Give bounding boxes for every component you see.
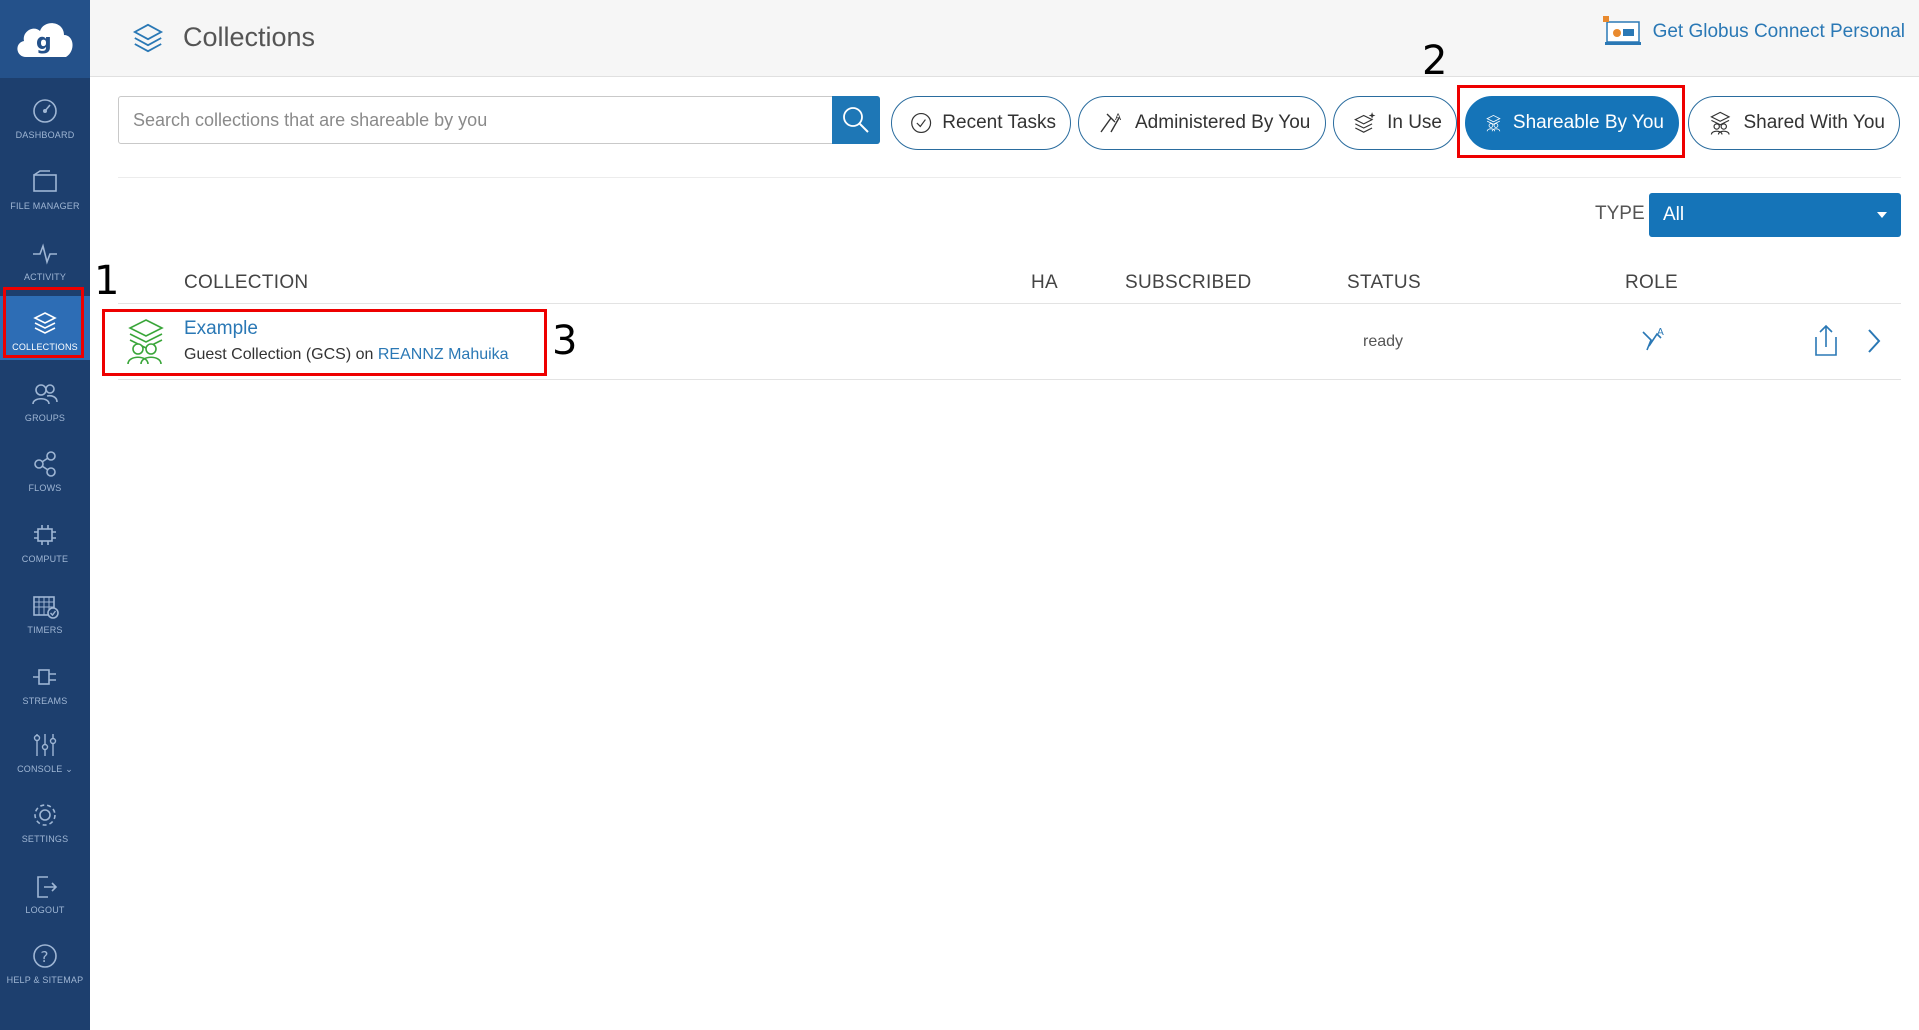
svg-text:g: g — [36, 30, 52, 55]
gcp-link-label: Get Globus Connect Personal — [1652, 21, 1905, 42]
sidebar-item-label: SETTINGS — [21, 834, 69, 844]
column-header-status[interactable]: STATUS — [1347, 272, 1421, 294]
sidebar-item-label: STREAMS — [22, 696, 68, 706]
sidebar-item-dashboard[interactable]: DASHBOARD — [0, 84, 90, 150]
folder-icon — [33, 170, 57, 192]
type-filter-value: All — [1663, 204, 1685, 225]
status-text: ready — [1363, 333, 1404, 350]
logout-icon — [37, 876, 58, 898]
sidebar-item-label: HELP & SITEMAP — [6, 975, 84, 985]
filter-shared-with-you[interactable]: Shared With You — [1688, 96, 1900, 150]
page-title: Collections — [183, 22, 316, 52]
column-header-ha[interactable]: HA — [1031, 272, 1058, 294]
globus-cloud-logo-icon: g — [17, 23, 73, 57]
table-header-rule — [118, 303, 1901, 304]
sidebar: g DASHBOARD FILE MANAGER ACTIVITY COLLEC… — [0, 0, 90, 1030]
sidebar-item-label: COMPUTE — [21, 554, 69, 564]
sidebar-item-label: FLOWS — [28, 483, 62, 493]
gear-icon — [34, 804, 56, 826]
type-filter-select[interactable]: All — [1649, 193, 1901, 237]
dashboard-gauge-icon — [33, 99, 57, 123]
highlight-box-collection-row — [102, 309, 547, 376]
step-marker-1: 1 — [94, 258, 120, 304]
gcp-laptop-icon — [1602, 16, 1641, 45]
sidebar-item-groups[interactable]: GROUPS — [0, 367, 90, 433]
administrator-role-icon: A — [1642, 327, 1664, 351]
table-row-rule — [118, 379, 1901, 380]
sidebar-item-label: ACTIVITY — [23, 272, 67, 282]
calendar-check-icon — [33, 596, 59, 619]
sidebar-item-help[interactable]: ? HELP & SITEMAP — [0, 929, 90, 995]
search-input[interactable] — [119, 97, 832, 143]
filter-recent-tasks[interactable]: Recent Tasks — [891, 96, 1071, 150]
divider — [118, 177, 1901, 178]
sidebar-item-streams[interactable]: STREAMS — [0, 650, 90, 716]
sidebar-item-flows[interactable]: FLOWS — [0, 437, 90, 503]
layers-icon — [132, 23, 164, 53]
filter-administered-by-you[interactable]: A Administered By You — [1078, 96, 1326, 150]
type-filter-label: TYPE — [1595, 203, 1645, 224]
highlight-box-shareable-filter — [1457, 85, 1685, 158]
step-marker-2: 2 — [1422, 38, 1448, 84]
svg-text:A: A — [1115, 113, 1122, 123]
sidebar-item-settings[interactable]: SETTINGS — [0, 788, 90, 854]
flows-icon — [34, 451, 56, 477]
groups-icon — [32, 384, 58, 405]
filter-label: Administered By You — [1135, 112, 1311, 133]
sidebar-item-label: GROUPS — [24, 413, 66, 423]
filter-in-use[interactable]: In Use — [1333, 96, 1457, 150]
sidebar-item-label: DASHBOARD — [15, 130, 75, 140]
column-header-subscribed[interactable]: SUBSCRIBED — [1125, 272, 1252, 294]
search-icon — [843, 107, 869, 133]
admin-tools-icon: A — [1100, 113, 1122, 133]
chevron-down-icon: ⌄ — [65, 764, 73, 774]
globus-logo[interactable]: g — [0, 0, 90, 78]
search-button[interactable] — [832, 96, 880, 144]
sidebar-item-label: LOGOUT — [25, 905, 65, 915]
sidebar-item-file-manager[interactable]: FILE MANAGER — [0, 155, 90, 221]
sliders-icon — [33, 734, 57, 756]
share-icon[interactable] — [1812, 323, 1840, 359]
column-header-role[interactable]: ROLE — [1625, 272, 1678, 294]
filter-label: Shared With You — [1743, 112, 1885, 133]
highlight-box-collections-nav — [3, 287, 84, 358]
sidebar-item-timers[interactable]: TIMERS — [0, 579, 90, 645]
shared-people-icon — [1710, 111, 1731, 135]
sidebar-item-label: CONSOLE ⌄ — [17, 764, 73, 774]
chevron-right-icon[interactable] — [1864, 326, 1884, 356]
compute-chip-icon — [34, 525, 56, 545]
svg-text:?: ? — [41, 948, 49, 966]
streams-plug-icon — [33, 669, 56, 685]
svg-text:A: A — [1657, 327, 1664, 338]
help-icon: ? — [33, 944, 57, 968]
sidebar-item-label: FILE MANAGER — [10, 201, 80, 211]
filter-label: In Use — [1387, 112, 1442, 133]
filter-label: Recent Tasks — [942, 112, 1056, 133]
sidebar-item-console[interactable]: CONSOLE ⌄ — [0, 718, 90, 784]
sidebar-item-activity[interactable]: ACTIVITY — [0, 226, 90, 292]
sidebar-item-logout[interactable]: LOGOUT — [0, 859, 90, 925]
activity-pulse-icon — [33, 243, 57, 265]
sidebar-item-label: TIMERS — [27, 625, 63, 635]
search-box — [118, 96, 880, 144]
column-header-collection[interactable]: COLLECTION — [184, 272, 308, 294]
caret-down-icon — [1877, 212, 1887, 218]
step-marker-3: 3 — [552, 318, 578, 364]
header: Collections Get Globus Connect Personal — [90, 0, 1919, 77]
layers-sparkle-icon — [1354, 112, 1376, 133]
clock-icon — [911, 112, 932, 134]
sidebar-item-compute[interactable]: COMPUTE — [0, 508, 90, 574]
get-globus-connect-personal-link[interactable]: Get Globus Connect Personal — [1602, 16, 1905, 48]
